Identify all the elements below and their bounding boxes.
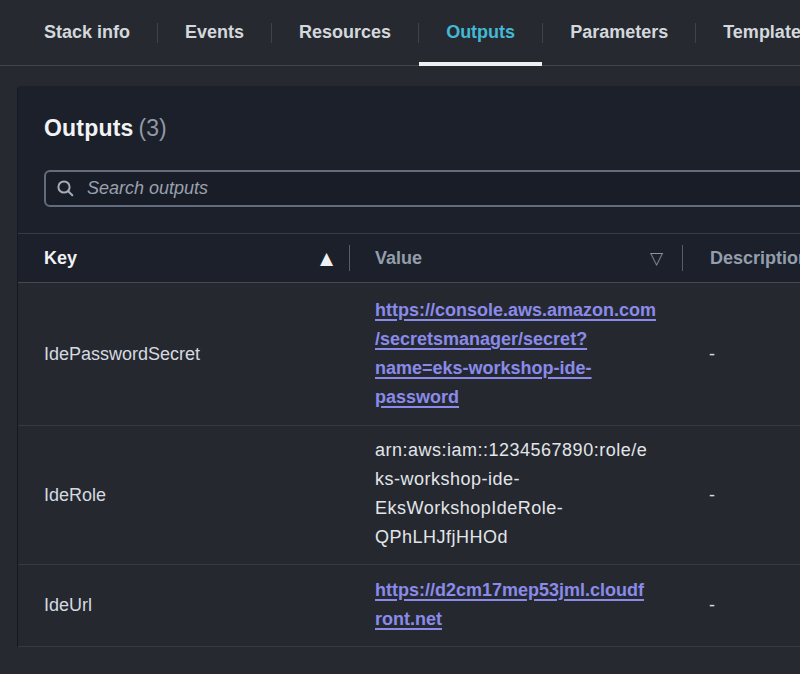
- tab-template[interactable]: Template: [696, 0, 800, 65]
- table-column-header: Key ▲ Value ▽ Description: [18, 233, 800, 283]
- column-header-description[interactable]: Description: [683, 234, 800, 282]
- outputs-panel: Outputs (3) Key ▲ Value ▽ Description Id…: [17, 86, 800, 647]
- outputs-panel-header: Outputs (3): [18, 86, 800, 233]
- table-row: IdeRole arn:aws:iam::1234567890:role/e k…: [18, 426, 800, 565]
- output-value: https://d2cm17mep53jml.cloudf ront.net: [349, 565, 681, 646]
- tab-resources[interactable]: Resources: [272, 0, 418, 65]
- output-value-text: arn:aws:iam::1234567890:role/e ks-worksh…: [375, 440, 647, 547]
- sort-ascending-icon[interactable]: ▲: [320, 250, 333, 267]
- tab-template-label: Template: [723, 22, 800, 43]
- outputs-count: (3): [139, 115, 167, 142]
- column-header-value[interactable]: Value ▽: [350, 234, 682, 282]
- sort-descending-icon[interactable]: ▽: [650, 250, 663, 267]
- output-key: IdePasswordSecret: [18, 344, 349, 365]
- tab-resources-label: Resources: [299, 22, 391, 43]
- output-description: -: [681, 595, 800, 616]
- output-description: -: [681, 344, 800, 365]
- tab-events-label: Events: [185, 22, 244, 43]
- outputs-title: Outputs: [44, 115, 134, 142]
- tab-outputs-label: Outputs: [446, 22, 515, 43]
- output-value: arn:aws:iam::1234567890:role/e ks-worksh…: [349, 426, 681, 564]
- output-value-link[interactable]: https://d2cm17mep53jml.cloudf ront.net: [375, 580, 644, 629]
- tab-parameters-label: Parameters: [570, 22, 668, 43]
- tab-outputs[interactable]: Outputs: [419, 0, 542, 65]
- tab-parameters[interactable]: Parameters: [543, 0, 695, 65]
- table-row: IdePasswordSecret https://console.aws.am…: [18, 283, 800, 426]
- output-value-link[interactable]: https://console.aws.amazon.com /secretsm…: [375, 300, 656, 407]
- search-outputs-box[interactable]: [44, 170, 800, 207]
- tab-stack-info-label: Stack info: [44, 22, 130, 43]
- search-outputs-input[interactable]: [87, 178, 800, 199]
- outputs-table-body: IdePasswordSecret https://console.aws.am…: [18, 283, 800, 647]
- column-header-key[interactable]: Key ▲: [18, 234, 349, 282]
- output-key: IdeRole: [18, 485, 349, 506]
- table-row: IdeUrl https://d2cm17mep53jml.cloudf ron…: [18, 565, 800, 647]
- output-key: IdeUrl: [18, 595, 349, 616]
- tab-stack-info[interactable]: Stack info: [17, 0, 157, 65]
- search-icon: [56, 179, 75, 198]
- column-key-label: Key: [44, 248, 77, 269]
- column-value-label: Value: [375, 248, 422, 269]
- output-description: -: [681, 485, 800, 506]
- stack-detail-tabs: Stack info Events Resources Outputs Para…: [0, 0, 800, 66]
- output-value: https://console.aws.amazon.com /secretsm…: [349, 283, 681, 425]
- tab-events[interactable]: Events: [158, 0, 271, 65]
- column-description-label: Description: [710, 248, 800, 269]
- outputs-title-row: Outputs (3): [44, 115, 800, 142]
